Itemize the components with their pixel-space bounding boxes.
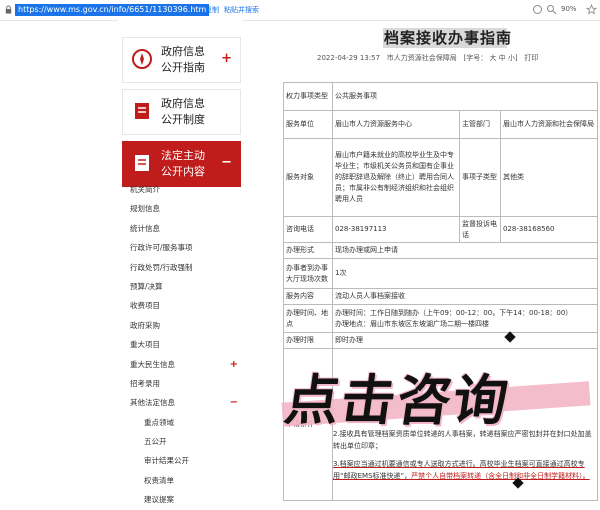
table-value: 即时办理 [331,332,599,349]
table-key: 主管部门 [459,110,501,139]
table-key: 办事者到办事大厅现场次数 [283,258,333,289]
print-link[interactable]: 打印 [524,54,538,62]
font-size-close: ] [514,54,518,62]
table-key: 办理时间、地点 [283,304,333,333]
table-value: 眉山市人力资源和社会保障局 [499,110,599,139]
condition-item: 3.档案应当通过机要通信或专人送取方式进行。高校毕业生档案可直接通过高校专用“邮… [333,460,590,480]
sidebar-item-other-statutory[interactable]: 其他法定信息 − [130,393,242,412]
paste-search-button[interactable]: 粘贴并搜索 [224,5,259,15]
font-size-label: [字号： [463,54,488,62]
sidebar-item-key-fields[interactable]: 重点领域 [130,413,242,432]
browser-address-bar: https://www.ms.gov.cn/info/6651/1130396.… [0,0,600,21]
font-small-link[interactable]: 小 [508,54,515,62]
complaint-phone: 028-38168560 [499,216,599,243]
table-row: 咨询电话 028-38197113 监督投诉电话 028-38168560 [283,216,599,243]
sidebar-block-label: 政府信息 公开制度 [161,97,205,126]
sidebar-item-recruitment[interactable]: 招考录用 [130,374,242,393]
table-key: 事项子类型 [459,138,501,217]
sidebar-item-audit[interactable]: 审计结果公开 [130,451,242,470]
book-icon [135,155,149,171]
sidebar-block-disclosure-guide[interactable]: 政府信息 公开指南 + [122,37,241,83]
collapse-icon[interactable]: − [230,393,238,412]
table-row: 服务对象 眉山市户籍未就业的高校毕业生及中专毕业生；市级机关公务员和国有企事业的… [283,138,599,217]
table-row: 服务单位 眉山市人力资源服务中心 主管部门 眉山市人力资源和社会保障局 [283,110,599,139]
article-source: 市人力资源社会保障局 [386,54,457,62]
table-value: 流动人员人事档案接收 [331,288,599,305]
table-value: 公共服务事项 [331,82,599,111]
sidebar-item-planning[interactable]: 规划信息 [130,199,242,218]
sidebar: 政府信息 公开指南 + 政府信息 公开制度 法定主动 公开内容 − 机关简介 规划信息… [118,20,243,510]
collapse-icon[interactable]: − [221,155,232,170]
sidebar-item-organization[interactable]: 机关简介 [130,180,242,199]
table-key: 办理形式 [283,242,333,259]
translate-icon[interactable] [532,4,543,15]
sidebar-item-penalty[interactable]: 行政处罚/行政强制 [130,258,242,277]
table-row: 办理时限 即时办理 [283,332,599,349]
sidebar-item-power-list[interactable]: 权责清单 [130,471,242,490]
url-field[interactable]: https://www.ms.gov.cn/info/6651/1130396.… [15,4,210,16]
sidebar-nav-list: 机关简介 规划信息 统计信息 行政许可/服务事项 行政处罚/行政强制 预算/决算… [130,180,242,510]
publish-date: 2022-04-29 13:57 [317,54,381,62]
sidebar-item-licensing[interactable]: 行政许可/服务事项 [130,238,242,257]
sidebar-item-budget[interactable]: 预算/决算 [130,277,242,296]
sidebar-item-major-projects[interactable]: 重大项目 [130,335,242,354]
expand-icon[interactable]: + [230,355,238,374]
table-key: 服务内容 [283,288,333,305]
zoom-icon[interactable] [546,4,557,15]
table-key: 服务对象 [283,138,333,217]
table-row: 办事者到办事大厅现场次数 1次 [283,258,599,289]
copy-button[interactable]: 复制 [205,5,219,15]
phone-number: 028-38197113 [332,216,460,243]
table-value: 其他类 [499,138,599,217]
sidebar-item-procurement[interactable]: 政府采购 [130,316,242,335]
compass-icon [132,49,152,69]
font-medium-link[interactable]: 中 [499,54,506,62]
table-value: 眉山市人力资源服务中心 [332,110,460,139]
table-key: 监督投诉电话 [459,216,501,243]
table-row: 办理时间、地点 办理时间：工作日随到随办（上午09：00-12：00，下午14：… [283,304,599,333]
page-title: 档案接收办事指南 [383,29,512,47]
lock-icon [5,5,12,14]
table-key: 权力事项类型 [283,82,333,111]
sidebar-item-fees[interactable]: 收费项目 [130,296,242,315]
consult-banner[interactable]: 点击咨询 [280,356,515,435]
book-icon [135,103,149,119]
font-large-link[interactable]: 大 [489,54,496,62]
sidebar-item-five-public[interactable]: 五公开 [130,432,242,451]
sidebar-item-statistics[interactable]: 统计信息 [130,219,242,238]
table-row: 办理形式 现场办理或网上申请 [283,242,599,259]
star-icon[interactable] [586,4,597,15]
table-row: 服务内容 流动人员人事档案接收 [283,288,599,305]
table-row: 权力事项类型 公共服务事项 [283,82,599,111]
sidebar-block-label: 法定主动 公开内容 [161,149,205,178]
table-value: 1次 [331,258,599,289]
sidebar-block-disclosure-system[interactable]: 政府信息 公开制度 [122,89,241,135]
table-key: 咨询电话 [283,216,333,243]
table-value: 办理时间：工作日随到随办（上午09：00-12：00，下午14：00-18：00… [331,304,599,333]
expand-icon[interactable]: + [221,51,232,66]
table-value: 眉山市户籍未就业的高校毕业生及中专毕业生；市级机关公务员和国有企事业的辞职辞退及… [332,138,460,217]
sidebar-item-livelihood[interactable]: 重大民生信息 + [130,355,242,374]
table-key: 办理时限 [283,332,333,349]
zoom-level: 90% [561,5,577,13]
article-meta: 2022-04-29 13:57 市人力资源社会保障局 [字号： 大 中 小] … [317,53,538,63]
table-key: 服务单位 [283,110,333,139]
table-value: 现场办理或网上申请 [331,242,599,259]
sidebar-item-proposals[interactable]: 建议提案 [130,490,242,509]
sidebar-block-label: 政府信息 公开指南 [161,45,205,74]
